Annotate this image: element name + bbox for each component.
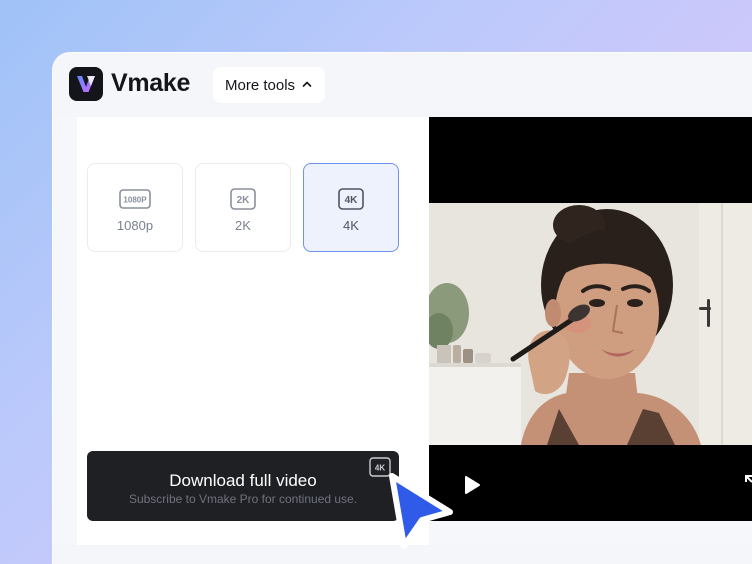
expand-icon (743, 475, 752, 498)
chevron-up-icon (301, 77, 313, 94)
resolution-option-2k[interactable]: 2K 2K (195, 163, 291, 252)
resolution-option-4k[interactable]: 4K 4K (303, 163, 399, 252)
vmake-logo-icon[interactable] (69, 67, 103, 101)
download-title: Download full video (169, 471, 317, 490)
app-name: Vmake (111, 69, 191, 97)
more-tools-button[interactable]: More tools (213, 67, 326, 103)
svg-text:2K: 2K (237, 195, 251, 206)
video-player[interactable] (429, 117, 752, 521)
pointer-cursor-icon (384, 470, 460, 554)
download-subtitle: Subscribe to Vmake Pro for continued use… (128, 492, 358, 506)
svg-text:1080P: 1080P (123, 195, 147, 204)
resolution-2k-icon: 2K (230, 188, 256, 210)
download-full-video-button[interactable]: Download full video Subscribe to Vmake P… (87, 451, 399, 521)
video-frame (429, 203, 752, 445)
play-icon (463, 475, 481, 498)
play-button[interactable] (461, 474, 483, 498)
svg-text:4K: 4K (345, 195, 359, 206)
resolution-4k-icon: 4K (338, 188, 364, 210)
resolution-option-1080p[interactable]: 1080P 1080p (87, 163, 183, 252)
top-header: Vmake More tools (53, 53, 752, 117)
more-tools-label: More tools (225, 76, 296, 94)
fullscreen-button[interactable] (743, 473, 752, 495)
resolution-label: 4K (343, 218, 359, 233)
resolution-label: 1080p (116, 218, 154, 233)
resolution-label: 2K (235, 218, 251, 233)
export-settings-panel: 1080P 1080p 2K 2K 4K 4K Download full vi… (77, 117, 429, 545)
resolution-1080p-icon: 1080P (119, 188, 151, 210)
